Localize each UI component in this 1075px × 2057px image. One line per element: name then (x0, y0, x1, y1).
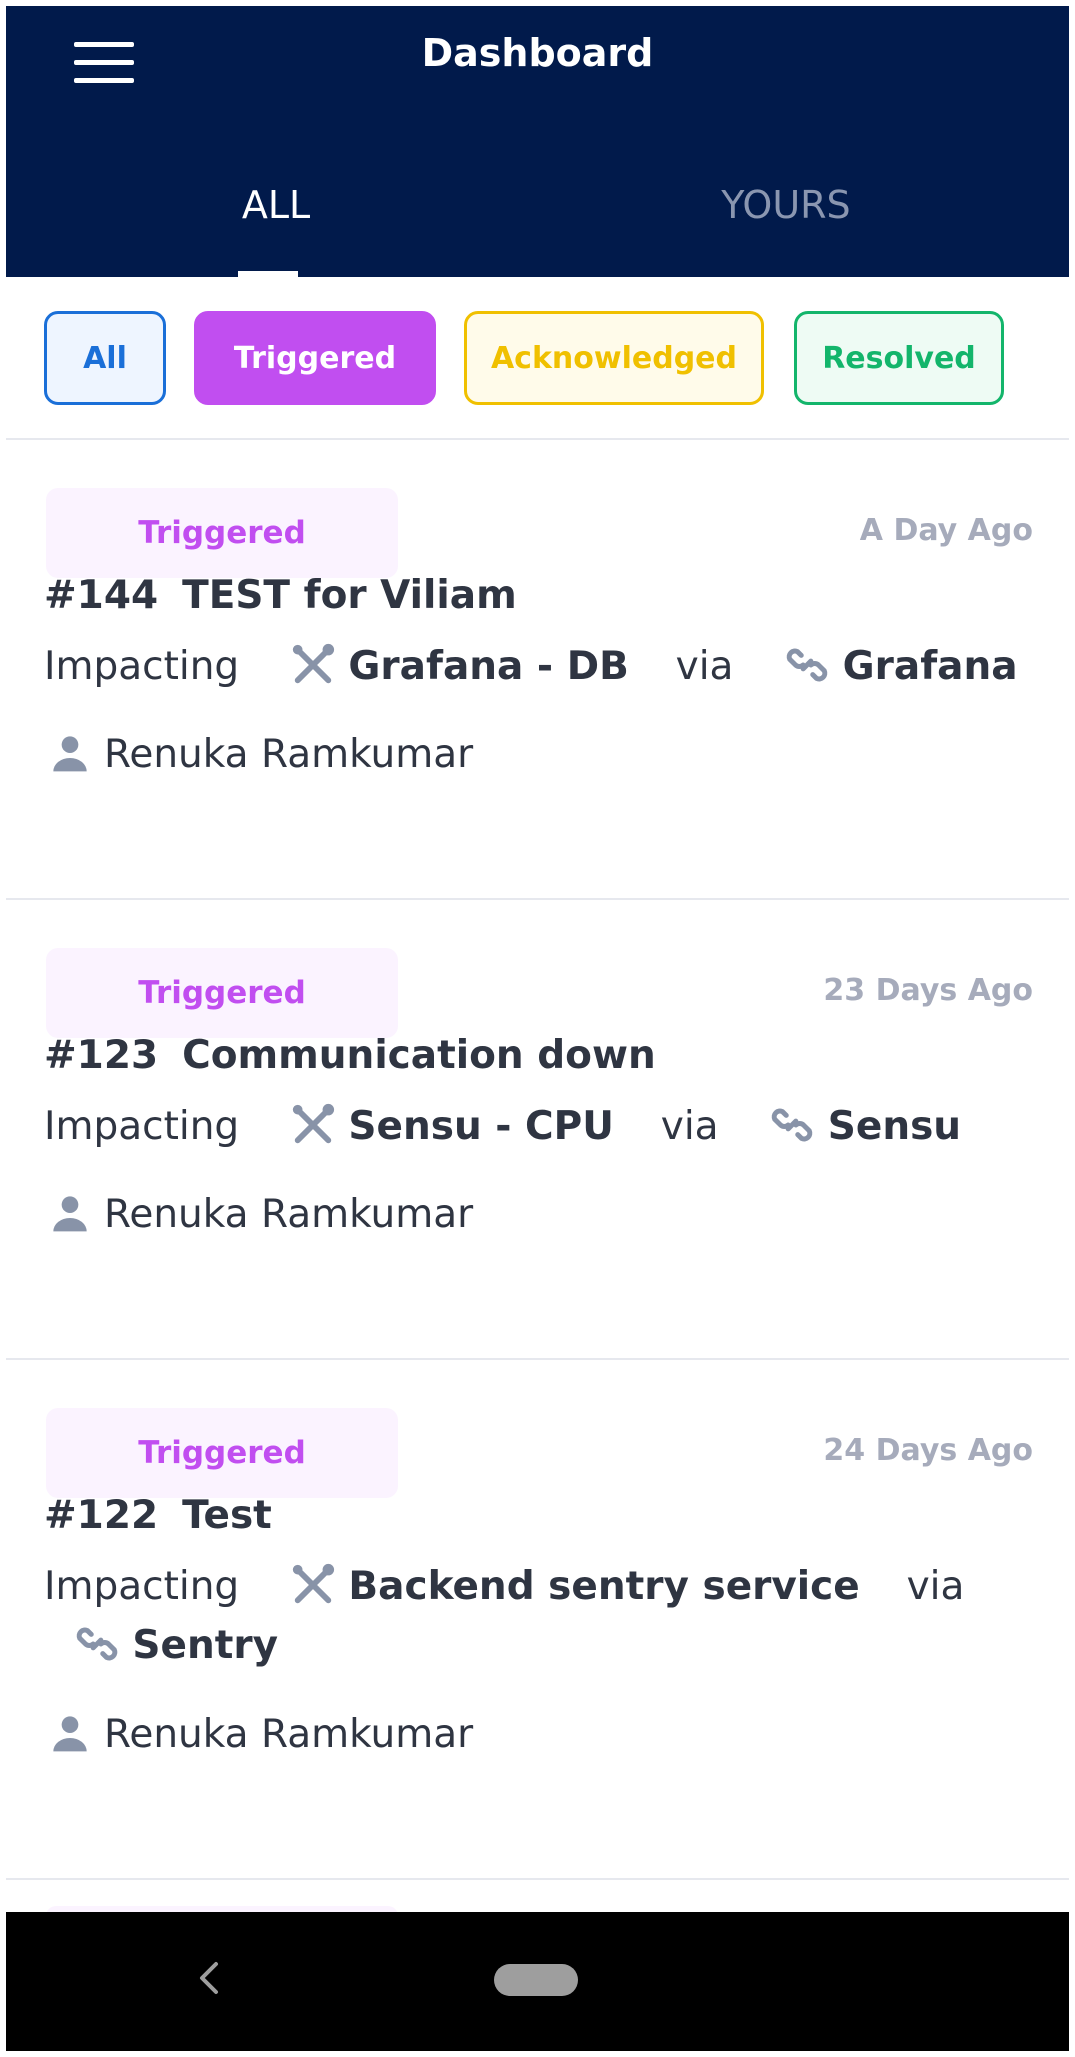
incident-title: #122 Test (44, 1493, 272, 1538)
impact-line: Impacting Sensu - CPU via Sensu (44, 1103, 961, 1152)
incident-card[interactable]: Triggered 23 Days Ago #123 Communication … (6, 900, 1069, 1360)
incident-card[interactable]: Triggered A Day Ago #144 TEST for Viliam … (6, 440, 1069, 900)
system-nav-bar (6, 1912, 1069, 2051)
user-icon (53, 1715, 87, 1751)
status-badge: Triggered (46, 1408, 398, 1498)
filter-resolved-chip[interactable]: Resolved (794, 311, 1004, 405)
incident-title: #123 Communication down (44, 1033, 656, 1078)
service-name[interactable]: Backend sentry service (348, 1564, 859, 1609)
source-name[interactable]: Grafana (843, 644, 1018, 689)
assignee-name: Renuka Ramkumar (104, 1192, 474, 1237)
source-name[interactable]: Sensu (828, 1104, 961, 1149)
incident-time: 24 Days Ago (823, 1433, 1033, 1468)
via-label: via (660, 1104, 719, 1149)
incident-card[interactable]: Triggered 24 Days Ago #122 Test Impacting… (6, 1360, 1069, 1880)
impacting-label: Impacting (44, 1564, 240, 1609)
tools-icon (292, 1563, 335, 1603)
back-chevron-icon[interactable] (192, 1958, 228, 1998)
incident-name: Communication down (182, 1033, 656, 1078)
tools-icon (292, 1103, 335, 1143)
assignee-name: Renuka Ramkumar (104, 732, 474, 777)
impact-line: Impacting Grafana - DB via Grafana (44, 643, 1018, 692)
assignee-name: Renuka Ramkumar (104, 1712, 474, 1757)
impacting-label: Impacting (44, 1104, 240, 1149)
incident-name: TEST for Viliam (182, 573, 517, 618)
app-frame: Dashboard ALL YOURS All Triggered Acknow… (6, 6, 1069, 2051)
assignee: Renuka Ramkumar (50, 1712, 473, 1757)
link-icon (772, 1108, 813, 1141)
status-badge: Triggered (46, 488, 398, 578)
page-title: Dashboard (421, 31, 654, 75)
user-icon (53, 735, 87, 771)
assignee: Renuka Ramkumar (50, 1192, 473, 1237)
incident-number: #123 (44, 1033, 159, 1078)
incident-title: #144 TEST for Viliam (44, 573, 517, 618)
app-bar: Dashboard ALL YOURS (6, 6, 1069, 277)
incident-time: 23 Days Ago (823, 973, 1033, 1008)
link-icon (787, 648, 828, 681)
impact-line: Impacting Backend sentry service via (44, 1563, 965, 1612)
incident-name: Test (182, 1493, 272, 1538)
link-icon (76, 1627, 118, 1660)
incident-number: #122 (44, 1493, 159, 1538)
tab-yours[interactable]: YOURS (666, 183, 906, 227)
home-pill-icon[interactable] (494, 1964, 578, 1996)
tools-icon (292, 643, 335, 683)
status-badge: Triggered (46, 948, 398, 1038)
filter-all-chip[interactable]: All (44, 311, 166, 405)
user-icon (53, 1195, 87, 1231)
tab-all[interactable]: ALL (231, 183, 321, 227)
incident-list: Triggered A Day Ago #144 TEST for Viliam … (6, 440, 1069, 1880)
via-label: via (675, 644, 734, 689)
incident-number: #144 (44, 573, 159, 618)
filter-triggered-chip[interactable]: Triggered (194, 311, 436, 405)
service-name[interactable]: Grafana - DB (348, 644, 628, 689)
service-name[interactable]: Sensu - CPU (348, 1104, 614, 1149)
assignee: Renuka Ramkumar (50, 732, 473, 777)
incident-time: A Day Ago (859, 513, 1033, 548)
impact-line-wrap: Sentry (74, 1623, 278, 1671)
impacting-label: Impacting (44, 644, 240, 689)
filter-acknowledged-chip[interactable]: Acknowledged (464, 311, 764, 405)
via-label: via (906, 1564, 965, 1609)
source-name[interactable]: Sentry (132, 1623, 278, 1668)
status-filter-bar: All Triggered Acknowledged Resolved (6, 277, 1069, 440)
